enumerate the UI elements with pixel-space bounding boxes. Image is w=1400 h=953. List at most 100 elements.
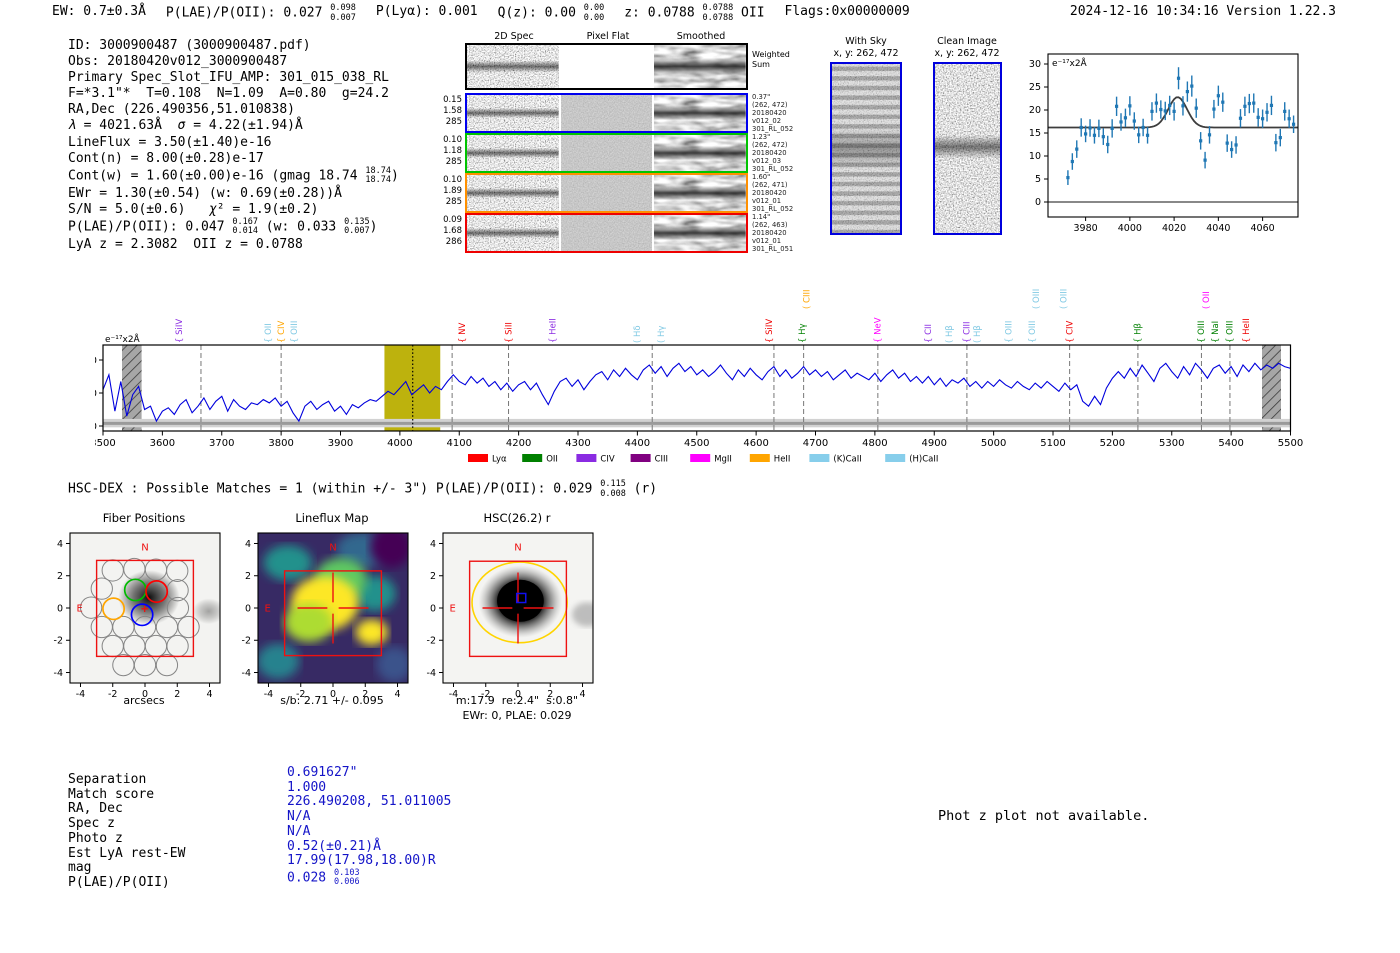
- svg-text:3980: 3980: [1074, 223, 1098, 234]
- north-label: N: [329, 543, 336, 554]
- report-datetime-version: 2024-12-16 10:34:16 Version 1.22.3: [1069, 4, 1336, 19]
- legend-swatch: [809, 454, 830, 462]
- svg-text:0: 0: [57, 603, 63, 614]
- spec2d-fiber-row: [465, 133, 748, 173]
- svg-text:3700: 3700: [209, 438, 234, 449]
- svg-text:4900: 4900: [922, 438, 947, 449]
- clean-image-coords: x, y: 262, 472: [934, 48, 1000, 59]
- svg-text:5500: 5500: [1278, 438, 1303, 449]
- match-table-value: 0.52(±0.21)Å: [287, 838, 381, 854]
- legend-swatch: [522, 454, 543, 462]
- spec2d-image-cell: [467, 215, 559, 251]
- emission-line-label: { CIV: [1065, 320, 1075, 343]
- svg-text:e⁻¹⁷x2Å: e⁻¹⁷x2Å: [1052, 57, 1088, 69]
- legend-label: HeII: [774, 455, 791, 465]
- emission-line-label: ( OII: [1202, 291, 1212, 309]
- svg-text:2: 2: [430, 571, 436, 582]
- svg-text:4040: 4040: [1206, 223, 1230, 234]
- east-label: E: [449, 603, 455, 614]
- header-item: z: 0.0788 0.0788 0.0788 OII: [624, 3, 765, 23]
- svg-text:0: 0: [1035, 197, 1041, 208]
- match-table-value: 226.490208, 51.011005: [287, 794, 452, 810]
- info-line: Obs: 20180420v012_3000900487: [68, 54, 288, 70]
- legend-label: MgII: [714, 455, 732, 465]
- spec2d-image-cell: [560, 45, 653, 88]
- photz-note: Phot z plot not available.: [938, 808, 1150, 824]
- svg-text:4: 4: [245, 539, 251, 550]
- lineflux-map-title: Lineflux Map: [295, 511, 369, 525]
- match-table-value: 17.99(17.98,18.00)R: [287, 853, 436, 869]
- spec2d-fiber-row: [465, 173, 748, 213]
- spec2d-image-cell: [560, 175, 653, 211]
- emission-line-label: { SiIV: [765, 319, 775, 343]
- spec2d-row-left-labels: 0.15 1.58 285: [443, 95, 462, 127]
- svg-text:3800: 3800: [268, 438, 293, 449]
- svg-text:40: 40: [95, 356, 97, 367]
- emission-line-label: { NaI: [1211, 321, 1221, 343]
- spec2d-fiber-row: [465, 93, 748, 133]
- svg-text:3500: 3500: [95, 438, 116, 449]
- col-title-2d-spec: 2D Spec: [494, 31, 534, 42]
- emission-line-label: ( Hγ: [657, 326, 667, 343]
- info-line: EWr = 1.30(±0.54) (w: 0.69(±0.28))Å: [68, 185, 342, 201]
- svg-text:25: 25: [1029, 82, 1041, 93]
- hsc-caption-2: EWr: 0, PLAE: 0.029: [462, 709, 572, 722]
- fiber-positions-plot: -4-4-2-2002244 NE: [54, 532, 221, 700]
- svg-text:e⁻¹⁷x2Å: e⁻¹⁷x2Å: [105, 333, 141, 345]
- flux-blob: [258, 643, 300, 679]
- detection-band: [384, 345, 441, 431]
- svg-text:4020: 4020: [1162, 223, 1186, 234]
- info-line: S/N = 5.0(±0.6) χ² = 1.9(±0.2): [68, 201, 319, 217]
- match-table-label: Match score: [68, 786, 155, 802]
- legend-swatch: [885, 454, 906, 462]
- header-item: EW: 0.7±0.3Å: [52, 4, 146, 19]
- spec2d-image-cell: [654, 135, 747, 171]
- svg-text:20: 20: [95, 389, 97, 400]
- legend-swatch: [690, 454, 711, 462]
- svg-text:3900: 3900: [328, 438, 353, 449]
- spec2d-row-right-labels: 0.37" (262, 472) 20180420 v012_02 301_RL_052: [752, 93, 794, 133]
- header-item: Q(z): 0.00 0.00 0.00: [497, 3, 605, 23]
- svg-text:3600: 3600: [150, 438, 175, 449]
- header-item: P(Lyα): 0.001: [375, 4, 478, 19]
- emission-line-label: { NeV: [874, 317, 884, 343]
- elixer-report-page: EW: 0.7±0.3Å P(LAE)/P(OII): 0.027 0.098 0.…: [0, 0, 1400, 953]
- svg-text:0: 0: [430, 603, 436, 614]
- emission-line-label: ( OIII: [1059, 289, 1069, 309]
- svg-text:5300: 5300: [1159, 438, 1184, 449]
- spec2d-image-cell: [654, 175, 747, 211]
- svg-text:4100: 4100: [447, 438, 472, 449]
- svg-text:30: 30: [1029, 59, 1041, 70]
- spec2d-image-cell: [560, 215, 653, 251]
- svg-text:5: 5: [1035, 174, 1041, 185]
- spec2d-image-cell: [467, 175, 559, 211]
- spec2d-row-left-labels: 0.09 1.68 286: [443, 215, 462, 247]
- east-label: E: [76, 603, 82, 614]
- emission-line-label: { CII: [924, 324, 934, 343]
- emission-line-label: ( OIII: [1032, 289, 1042, 309]
- match-table-label: Separation: [68, 772, 147, 787]
- svg-text:-4: -4: [54, 668, 63, 679]
- with-sky-title: With Sky: [845, 36, 887, 47]
- svg-text:0: 0: [245, 603, 251, 614]
- match-table-value: 0.691627": [287, 765, 358, 780]
- match-table-value: N/A: [287, 823, 311, 839]
- lineflux-map-plot: -4-4-2-2002244 NE: [242, 532, 409, 700]
- spec2d-image-cell: [832, 64, 900, 233]
- spec2d-image-cell: [560, 135, 653, 171]
- north-label: N: [141, 543, 148, 554]
- spec2d-image-cell: [467, 45, 559, 88]
- match-table-value: 1.000: [287, 779, 327, 795]
- spec2d-row-left-labels: 0.10 1.18 285: [443, 135, 462, 167]
- match-table-label: mag: [68, 860, 92, 876]
- spec2d-row-right-labels: 1.14" (262, 463) 20180420 v012_01 301_RL_051: [752, 213, 794, 253]
- col-title-pixel-flat: Pixel Flat: [586, 31, 630, 42]
- svg-text:0: 0: [95, 422, 97, 433]
- svg-text:4800: 4800: [862, 438, 887, 449]
- detection-info-block: ID: 3000900487 (3000900487.pdf) Obs: 2018…: [68, 38, 399, 253]
- svg-text:5200: 5200: [1100, 438, 1125, 449]
- full-spectrum-plot: 3500 3600 3700 3800 3900 4000 4100 4200 4300 4400…: [95, 289, 1303, 465]
- emission-line-label: { OII: [264, 323, 274, 343]
- info-line: F=*3.1"* T=0.108 N=1.09 A=0.80 g=24.2: [68, 86, 389, 102]
- info-line: ID: 3000900487 (3000900487.pdf): [68, 38, 311, 53]
